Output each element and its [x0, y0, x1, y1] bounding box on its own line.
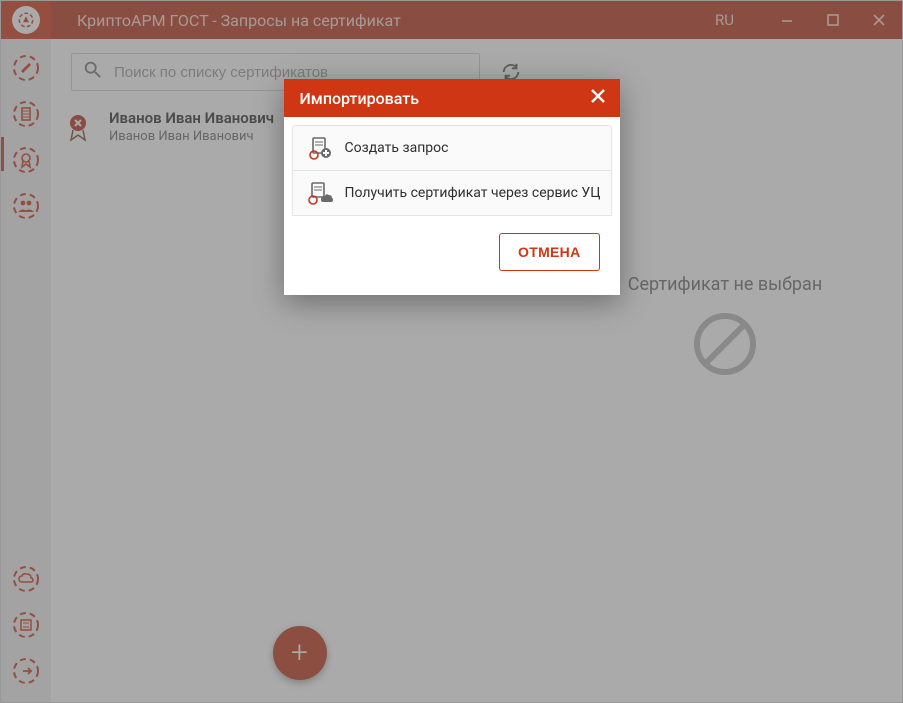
cancel-button[interactable]: ОТМЕНА: [499, 233, 599, 271]
modal-overlay[interactable]: Импортировать Создать запрос Получить се: [1, 1, 902, 702]
option-label: Создать запрос: [345, 140, 449, 156]
dialog-header: Импортировать: [284, 79, 620, 117]
option-label: Получить сертификат через сервис УЦ: [345, 185, 601, 201]
create-request-icon: [303, 132, 335, 164]
dialog-close-button[interactable]: [590, 88, 606, 108]
option-create-request[interactable]: Создать запрос: [292, 125, 612, 171]
dialog-title: Импортировать: [300, 89, 420, 108]
app-window: КриптоАРМ ГОСТ - Запросы на сертификат R…: [0, 0, 903, 703]
import-dialog: Импортировать Создать запрос Получить се: [284, 79, 620, 295]
ca-service-icon: [303, 177, 335, 209]
option-ca-service[interactable]: Получить сертификат через сервис УЦ: [292, 170, 612, 216]
